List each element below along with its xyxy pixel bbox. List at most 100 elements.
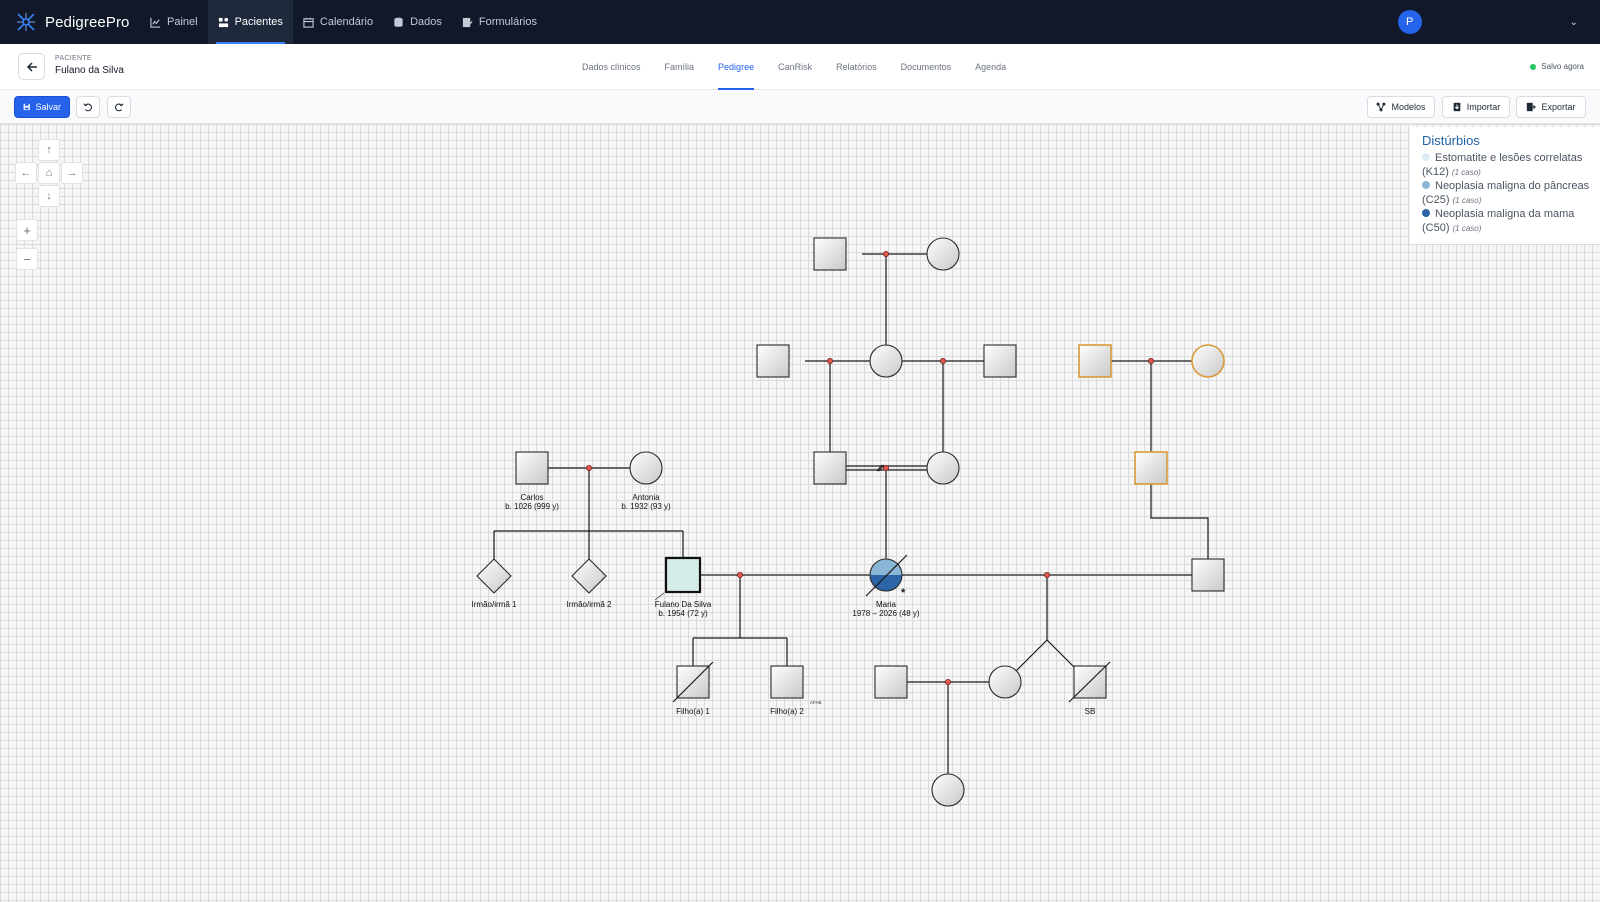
carlos-birth: b. 1026 (999 y) [505, 502, 559, 511]
maria-marker: * [901, 587, 906, 599]
child-2-individual[interactable] [770, 665, 804, 699]
nav-item-calendario[interactable]: Calendário [293, 0, 383, 44]
sibling-unknown-sex[interactable] [476, 558, 512, 594]
models-icon [1377, 102, 1386, 112]
maria-individual[interactable] [869, 558, 903, 592]
proband-individual[interactable] [664, 556, 702, 594]
union-node[interactable] [883, 250, 890, 257]
database-icon [394, 17, 403, 27]
carlos-individual[interactable] [515, 451, 549, 485]
tab-familia[interactable]: Família [653, 44, 707, 90]
male-individual[interactable] [983, 344, 1017, 378]
patient-header: PACIENTE Fulano da Silva Dados clínicos … [0, 44, 1600, 90]
pedigree-logo-icon [17, 13, 35, 31]
import-button-label: Importar [1466, 102, 1501, 112]
save-button-label: Salvar [35, 102, 61, 112]
avatar[interactable]: P [1397, 10, 1422, 34]
female-individual[interactable] [869, 344, 903, 378]
status-dot [1530, 63, 1537, 70]
nav-item-pacientes[interactable]: Pacientes [207, 0, 293, 44]
calendar-icon [303, 17, 314, 28]
antonia-birth: b. 1932 (93 y) [621, 502, 671, 511]
union-node[interactable] [586, 464, 593, 471]
nav-item-painel[interactable]: Painel [140, 0, 208, 44]
antonia-name: Antonia [632, 493, 660, 502]
export-button[interactable]: Exportar [1516, 96, 1586, 118]
undo-button[interactable] [76, 96, 100, 118]
male-individual[interactable] [813, 451, 847, 485]
tab-canrisk[interactable]: CanRisk [766, 44, 824, 90]
antonia-individual[interactable] [629, 451, 663, 485]
patient-info: PACIENTE Fulano da Silva [55, 55, 124, 76]
union-node[interactable] [940, 357, 947, 364]
proband-arrow-icon [654, 592, 665, 601]
toolbar: Salvar Modelos Importar Exportar [0, 90, 1600, 124]
child-2-label: Filho(a) 2 [770, 707, 804, 716]
female-individual[interactable] [926, 237, 960, 271]
tab-relatorios[interactable]: Relatórios [824, 44, 889, 90]
stillbirth-label: SB [1085, 707, 1096, 716]
top-navbar: PedigreePro Painel Pacientes Calendário … [0, 0, 1600, 44]
female-individual[interactable] [926, 451, 960, 485]
nav-item-formularios[interactable]: Formulários [452, 0, 547, 44]
tab-documentos[interactable]: Documentos [889, 44, 964, 90]
export-button-label: Exportar [1541, 102, 1576, 112]
patient-tabs: Dados clínicos Família Pedigree CanRisk … [570, 44, 1018, 90]
tab-agenda[interactable]: Agenda [963, 44, 1018, 90]
male-individual[interactable] [1191, 558, 1225, 592]
models-button[interactable]: Modelos [1367, 96, 1435, 118]
pedigree-canvas[interactable]: ↑ ← ⌂ → ↓ + − Distúrbios Estomatite e le… [0, 124, 1600, 902]
patient-label: PACIENTE [55, 55, 92, 62]
arrow-left-icon [26, 61, 37, 72]
nav-item-label: Dados [410, 16, 442, 28]
tab-dados-clinicos[interactable]: Dados clínicos [570, 44, 653, 90]
male-individual[interactable] [874, 665, 908, 699]
nav-item-label: Formulários [478, 16, 537, 28]
sibling-unknown-sex[interactable] [571, 558, 607, 594]
union-node[interactable] [737, 572, 744, 579]
proband-name: Fulano Da Silva [655, 600, 712, 609]
female-individual[interactable] [931, 773, 965, 807]
save-status: Salvo agora [1530, 62, 1584, 71]
male-individual[interactable] [756, 344, 790, 378]
patients-icon [218, 17, 228, 27]
male-individual[interactable] [1078, 344, 1112, 378]
maria-name: Maria [876, 600, 897, 609]
import-button[interactable]: Importar [1442, 96, 1510, 118]
union-node[interactable] [1044, 572, 1051, 579]
female-individual[interactable] [1191, 344, 1225, 378]
import-icon [1453, 102, 1461, 112]
form-icon [462, 17, 473, 27]
union-node[interactable] [1148, 357, 1155, 364]
nav-item-label: Calendário [319, 16, 374, 28]
male-individual[interactable] [813, 237, 847, 271]
nav-item-label: Pacientes [234, 16, 283, 28]
female-individual[interactable] [988, 665, 1022, 699]
app-name: PedigreePro [45, 13, 130, 31]
save-button[interactable]: Salvar [14, 96, 70, 118]
nav-item-dados[interactable]: Dados [383, 0, 452, 44]
sibling-2-label: Irmão/irmã 2 [567, 600, 612, 609]
union-node[interactable] [827, 357, 834, 364]
union-node[interactable] [883, 464, 890, 471]
patient-name: Fulano da Silva [55, 65, 124, 76]
child-1-label: Filho(a) 1 [676, 707, 710, 716]
back-button[interactable] [18, 53, 45, 80]
chart-line-icon [150, 17, 161, 28]
nav-item-label: Painel [167, 16, 198, 28]
maria-dates: 1978 – 2026 (48 y) [852, 609, 919, 618]
redo-icon [115, 103, 124, 112]
main-nav: Painel Pacientes Calendário Dados Formul… [140, 0, 547, 44]
user-menu[interactable]: P ⌄ [1397, 10, 1578, 34]
models-button-label: Modelos [1391, 102, 1426, 112]
redo-button[interactable] [107, 96, 131, 118]
male-individual[interactable] [1134, 451, 1168, 485]
sibling-1-label: Irmão/irmã 1 [472, 600, 517, 609]
tab-pedigree[interactable]: Pedigree [706, 44, 766, 90]
child-2-note: AFAB [810, 700, 822, 705]
union-node[interactable] [945, 679, 952, 686]
chevron-down-icon[interactable]: ⌄ [1570, 17, 1578, 28]
brand[interactable]: PedigreePro [0, 11, 140, 33]
pedigree-diagram: Carlos b. 1026 (999 y) Antonia b. 1932 (… [472, 237, 1225, 807]
proband-birth: b. 1954 (72 y) [658, 609, 708, 618]
